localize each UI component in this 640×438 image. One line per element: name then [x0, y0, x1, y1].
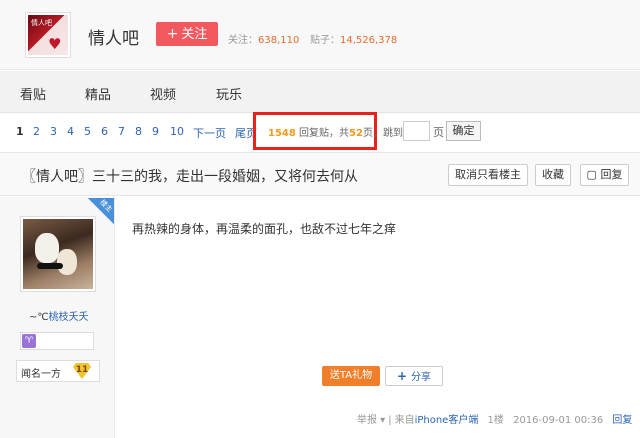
follow-count: 关注：638,110	[228, 31, 299, 46]
reply-label: 回复贴，共	[299, 128, 350, 139]
post-count-label: 贴子：	[310, 35, 340, 46]
nav-item-featured[interactable]: 精品	[85, 84, 111, 103]
aries-icon: ♈	[22, 334, 36, 348]
username-prefix: ~℃	[29, 312, 49, 323]
avatar-image	[23, 219, 93, 289]
avatar[interactable]	[20, 216, 96, 292]
username[interactable]: ~℃桃枝夭夭	[29, 308, 89, 323]
follow-count-label: 关注：	[228, 35, 258, 46]
follow-button[interactable]: + 关注	[156, 22, 218, 46]
page-suffix: 页，	[362, 128, 383, 139]
nav-item-video[interactable]: 视频	[150, 84, 176, 103]
username-text: 桃枝夭夭	[48, 312, 89, 323]
jump-label: 跳到	[382, 128, 403, 139]
forum-logo-image: 情人吧 ♥	[28, 15, 68, 55]
rank-level: 11	[73, 363, 91, 379]
collect-button[interactable]: 收藏	[535, 164, 571, 186]
plus-icon: +	[166, 26, 179, 42]
avatar-cat-shape	[35, 233, 59, 263]
follow-label: 关注	[181, 27, 208, 42]
rank-badge[interactable]: 闻名一方 11	[16, 360, 100, 382]
page-link[interactable]: 2	[33, 125, 40, 138]
heart-icon: ♥	[48, 35, 62, 53]
page-link[interactable]: 7	[118, 125, 125, 138]
reply-info: 1548 回复贴，共52页，跳到	[268, 124, 403, 139]
member-level-badge[interactable]: ♈	[20, 332, 94, 350]
page-link[interactable]: 8	[135, 125, 142, 138]
comment-icon: ▢	[586, 168, 597, 181]
page-link[interactable]: 5	[84, 125, 91, 138]
separator: |	[388, 415, 392, 426]
from-label: 来自	[394, 415, 415, 426]
post-time: 2016-09-01 00:36	[513, 415, 604, 426]
owner-only-button[interactable]: 取消只看楼主	[448, 164, 528, 186]
send-gift-button[interactable]: 送TA礼物	[322, 366, 380, 386]
floor-number: 1楼	[487, 415, 504, 426]
forum-logo-text: 情人吧	[31, 19, 52, 27]
page-link[interactable]: 10	[170, 125, 184, 138]
follow-count-value: 638,110	[258, 35, 300, 46]
reply-button[interactable]: ▢ 回复	[580, 164, 629, 186]
post-count-value: 14,526,378	[340, 35, 398, 46]
forum-header: 情人吧 ♥ 情人吧 + 关注 关注：638,110 贴子：14,526,378	[0, 0, 640, 70]
share-button[interactable]: + 分享	[385, 366, 443, 386]
page-link[interactable]: 9	[152, 125, 159, 138]
forum-logo[interactable]: 情人吧 ♥	[25, 12, 71, 58]
avatar-cat-shape	[37, 263, 63, 269]
chevron-down-icon: ▾	[377, 415, 386, 426]
nav-item-fun[interactable]: 玩乐	[216, 84, 242, 103]
thread-title: 〖情人吧〗三十三的我，走出一段婚姻，又将何去何从	[22, 169, 358, 185]
reply-button-label: 回复	[600, 168, 623, 181]
client-link[interactable]: iPhone客户端	[415, 415, 479, 426]
post-reply-link[interactable]: 回复	[612, 415, 632, 426]
report-link[interactable]: 举报	[357, 415, 377, 426]
page-link[interactable]: 3	[50, 125, 57, 138]
share-label: 分享	[411, 372, 432, 383]
forum-name[interactable]: 情人吧	[88, 24, 139, 49]
owner-badge: 楼主	[88, 198, 114, 224]
page-total: 52	[349, 128, 363, 139]
jump-page-input[interactable]	[403, 121, 430, 141]
post-content: 再热辣的身体，再温柔的面孔，也敌不过七年之痒	[132, 222, 397, 236]
rank-title: 闻名一方	[21, 369, 61, 380]
nav-item-posts[interactable]: 看贴	[20, 84, 46, 103]
page-unit: 页	[433, 126, 444, 139]
post-count: 贴子：14,526,378	[310, 31, 397, 46]
plus-icon: +	[396, 369, 408, 383]
owner-badge-label: 楼主	[98, 198, 114, 214]
page-link[interactable]: 6	[101, 125, 108, 138]
reply-count: 1548	[268, 128, 296, 139]
page-current: 1	[16, 125, 24, 138]
confirm-button[interactable]: 确定	[446, 121, 481, 141]
post-tail: 举报 ▾ | 来自iPhone客户端 1楼 2016-09-01 00:36 回复	[357, 411, 632, 426]
page-link[interactable]: 4	[67, 125, 74, 138]
next-page-link[interactable]: 下一页	[193, 125, 226, 141]
forum-nav: 看贴 精品 视频 玩乐	[0, 71, 640, 113]
avatar-cat-shape	[57, 249, 77, 275]
